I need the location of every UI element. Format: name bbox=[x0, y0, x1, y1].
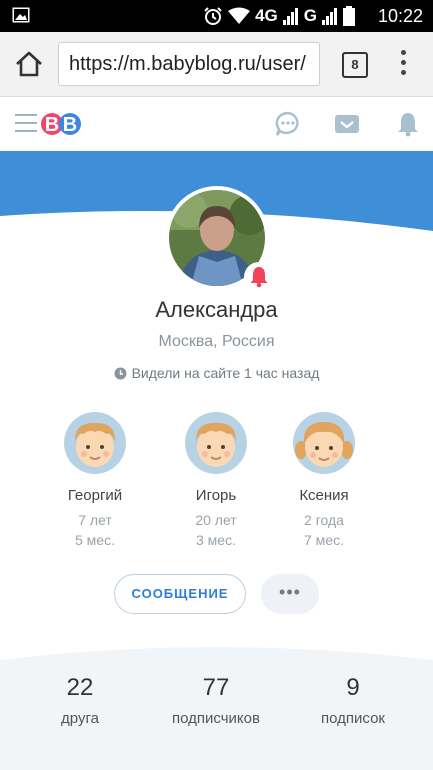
stat-friends[interactable]: 22 друга bbox=[10, 674, 150, 727]
hamburger-icon[interactable] bbox=[15, 114, 37, 132]
babyblog-logo[interactable]: B B bbox=[38, 107, 86, 139]
stat-followers[interactable]: 77 подписчиков bbox=[146, 674, 286, 727]
girl-avatar-icon bbox=[293, 412, 355, 474]
child-name: Ксения bbox=[299, 487, 349, 504]
home-icon[interactable] bbox=[14, 50, 44, 78]
profile-name: Александра bbox=[155, 297, 278, 322]
browser-toolbar: https://m.babyblog.ru/user/ 8 bbox=[0, 32, 433, 97]
child-name: Игорь bbox=[195, 487, 237, 504]
bell-icon[interactable] bbox=[394, 110, 422, 138]
child-age: 20 лет 3 мес. bbox=[166, 510, 266, 550]
clock-icon bbox=[114, 367, 127, 380]
site-header: B B bbox=[0, 97, 433, 151]
last-seen-status: Видели на сайте 1 час назад bbox=[0, 365, 433, 381]
svg-text:B: B bbox=[45, 114, 59, 136]
child-age: 7 лет 5 мес. bbox=[45, 510, 145, 550]
gallery-icon bbox=[12, 7, 30, 23]
stat-following[interactable]: 9 подписок bbox=[283, 674, 423, 727]
child-age-months: 3 мес. bbox=[196, 532, 236, 548]
child-age-years: 20 лет bbox=[195, 512, 237, 528]
stat-value: 77 bbox=[202, 674, 230, 701]
child-age-months: 7 мес. bbox=[304, 532, 344, 548]
stat-value: 22 bbox=[66, 674, 94, 701]
stat-label: подписчиков bbox=[172, 710, 260, 727]
child-age: 2 года 7 мес. bbox=[274, 510, 374, 550]
send-message-button[interactable]: СООБЩЕНИЕ bbox=[114, 574, 246, 614]
wifi-icon bbox=[228, 7, 251, 24]
child-age-months: 5 мес. bbox=[75, 532, 115, 548]
last-seen-text: Видели на сайте 1 час назад bbox=[131, 365, 320, 381]
child-age-years: 7 лет bbox=[78, 512, 112, 528]
more-options-button[interactable]: ••• bbox=[261, 574, 319, 614]
stat-label: друга bbox=[61, 710, 99, 727]
mail-icon[interactable] bbox=[333, 110, 361, 138]
boy-avatar-icon bbox=[185, 412, 247, 474]
boy-avatar-icon bbox=[64, 412, 126, 474]
tab-switcher-button[interactable]: 8 bbox=[342, 52, 368, 78]
battery-icon bbox=[343, 6, 355, 26]
signal-icon bbox=[322, 8, 337, 25]
network-type-2: G bbox=[303, 6, 317, 25]
stat-value: 9 bbox=[346, 674, 360, 701]
child-name: Георгий bbox=[67, 487, 123, 504]
alarm-icon bbox=[204, 7, 222, 25]
stat-label: подписок bbox=[321, 710, 385, 727]
child-card[interactable]: Игорь 20 лет 3 мес. bbox=[166, 412, 266, 550]
network-type: 4G bbox=[255, 6, 278, 25]
url-field[interactable]: https://m.babyblog.ru/user/ bbox=[58, 42, 320, 86]
subscribe-bell-button[interactable] bbox=[244, 262, 274, 292]
svg-text:B: B bbox=[63, 114, 77, 136]
signal-icon bbox=[282, 8, 298, 25]
menu-dots-icon[interactable] bbox=[398, 50, 408, 78]
bell-icon bbox=[250, 267, 268, 288]
status-bar: 4G G 10:22 bbox=[0, 0, 433, 32]
chat-icon[interactable] bbox=[274, 110, 302, 138]
child-card[interactable]: Георгий 7 лет 5 мес. bbox=[45, 412, 145, 550]
profile-city: Москва, Россия bbox=[158, 333, 275, 350]
child-card[interactable]: Ксения 2 года 7 мес. bbox=[274, 412, 374, 550]
child-age-years: 2 года bbox=[304, 512, 344, 528]
clock-time: 10:22 bbox=[377, 6, 423, 26]
